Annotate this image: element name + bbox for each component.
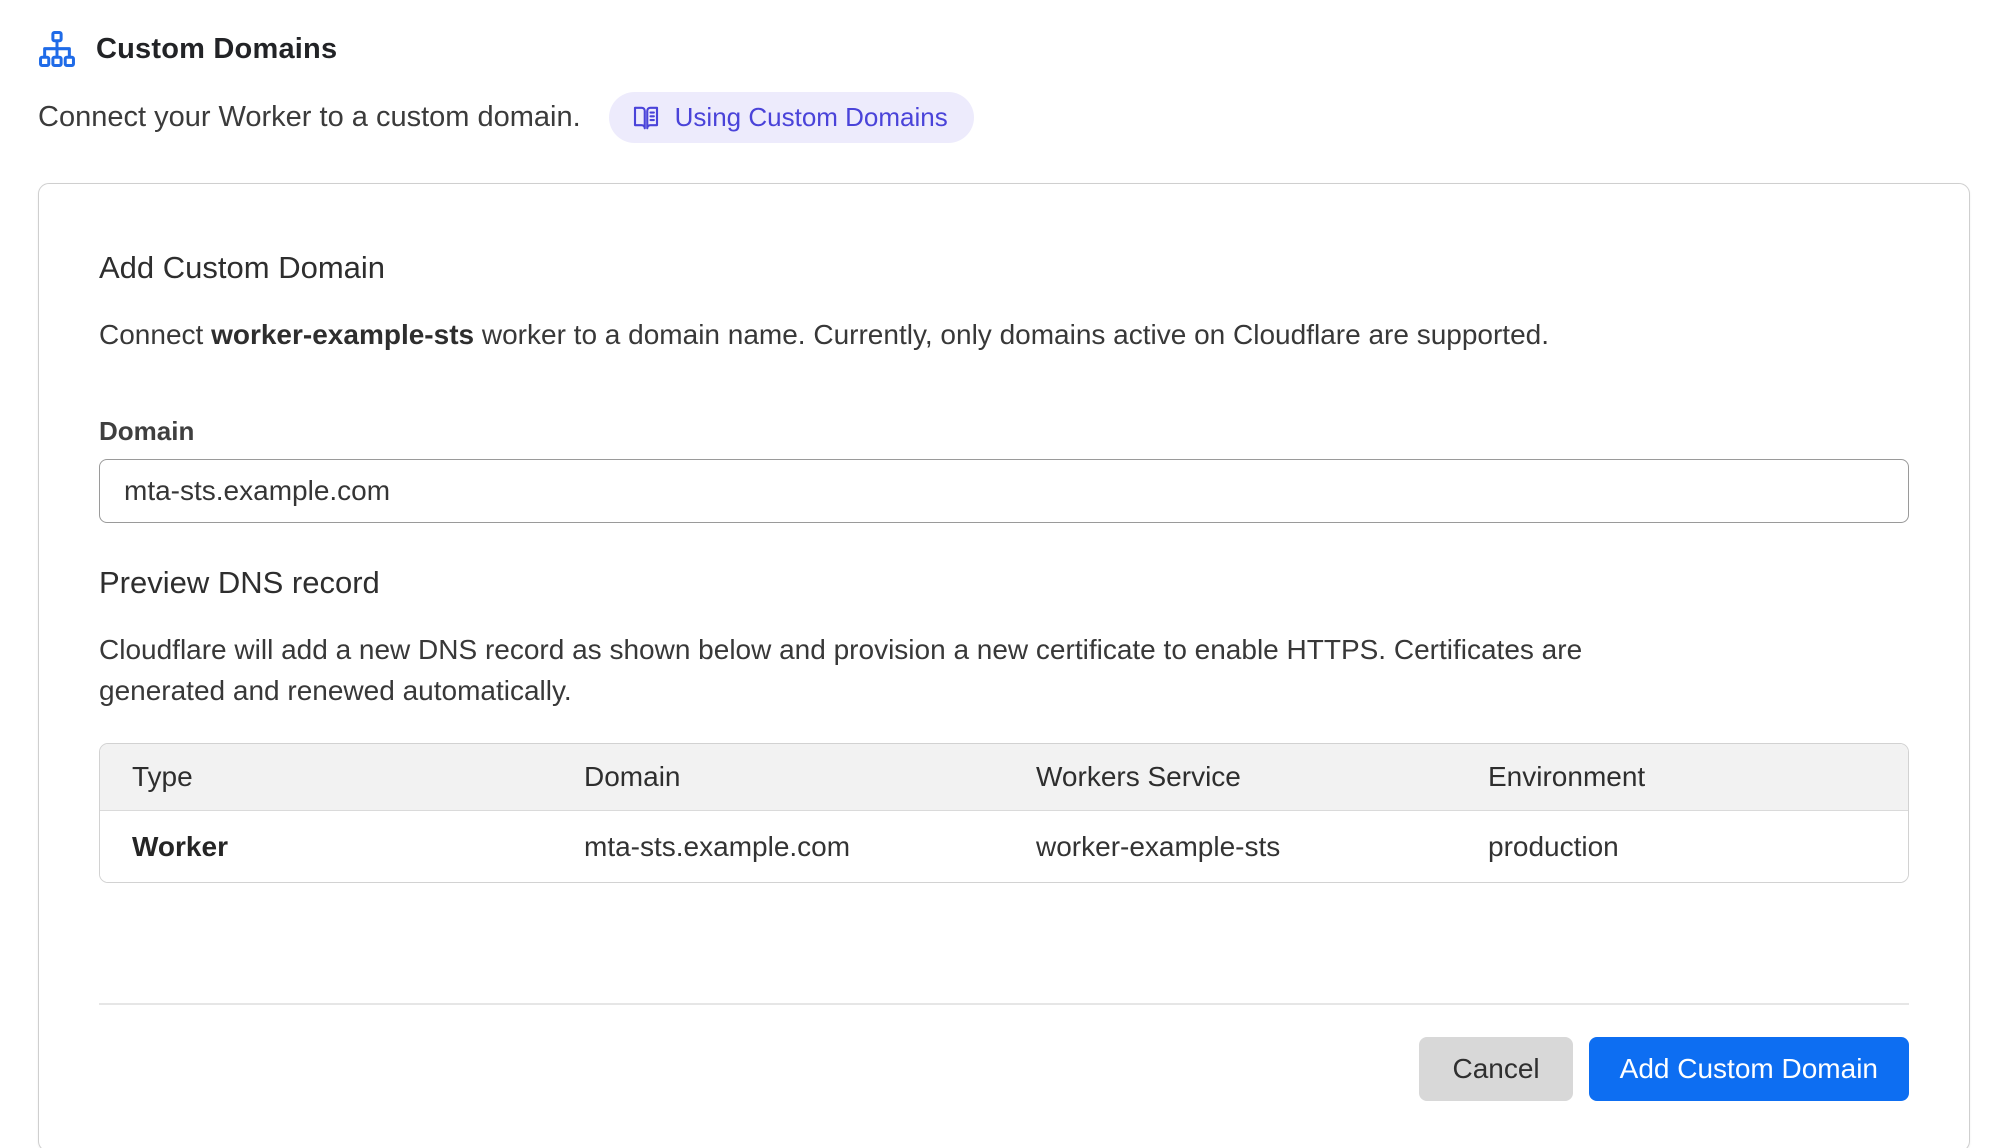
custom-domains-page: Custom Domains Connect your Worker to a … xyxy=(0,0,1999,1148)
column-header-environment: Environment xyxy=(1456,744,1908,811)
intro-suffix: worker to a domain name. Currently, only… xyxy=(474,319,1549,350)
open-book-icon xyxy=(631,103,661,133)
domain-field-label: Domain xyxy=(99,416,1909,447)
domain-input[interactable] xyxy=(99,459,1909,523)
page-title: Custom Domains xyxy=(96,33,337,66)
docs-link-label: Using Custom Domains xyxy=(675,102,948,133)
docs-link-using-custom-domains[interactable]: Using Custom Domains xyxy=(609,92,974,143)
column-header-workers-service: Workers Service xyxy=(1004,744,1456,811)
intro-prefix: Connect xyxy=(99,319,211,350)
preview-dns-description: Cloudflare will add a new DNS record as … xyxy=(99,629,1589,711)
cell-environment: production xyxy=(1456,811,1908,882)
cell-domain: mta-sts.example.com xyxy=(552,811,1004,882)
column-header-domain: Domain xyxy=(552,744,1004,811)
footer-divider xyxy=(99,1003,1909,1005)
preview-dns-heading: Preview DNS record xyxy=(99,565,1909,601)
hierarchy-icon xyxy=(38,30,76,68)
cell-workers-service: worker-example-sts xyxy=(1004,811,1456,882)
page-subtitle: Connect your Worker to a custom domain. xyxy=(38,101,581,134)
worker-name: worker-example-sts xyxy=(211,319,474,350)
intro-text: Connect worker-example-sts worker to a d… xyxy=(99,316,1909,354)
cell-type: Worker xyxy=(100,811,552,882)
footer-actions: Cancel Add Custom Domain xyxy=(99,1037,1909,1101)
dns-preview-table: Type Domain Workers Service Environment … xyxy=(99,743,1909,883)
add-custom-domain-button[interactable]: Add Custom Domain xyxy=(1589,1037,1909,1101)
cancel-button[interactable]: Cancel xyxy=(1419,1037,1572,1101)
page-subtitle-row: Connect your Worker to a custom domain. … xyxy=(38,92,1970,143)
card-heading: Add Custom Domain xyxy=(99,250,1909,286)
table-header-row: Type Domain Workers Service Environment xyxy=(100,744,1908,811)
add-custom-domain-card: Add Custom Domain Connect worker-example… xyxy=(38,183,1970,1148)
column-header-type: Type xyxy=(100,744,552,811)
table-row: Worker mta-sts.example.com worker-exampl… xyxy=(100,811,1908,882)
page-header: Custom Domains xyxy=(38,30,1970,68)
